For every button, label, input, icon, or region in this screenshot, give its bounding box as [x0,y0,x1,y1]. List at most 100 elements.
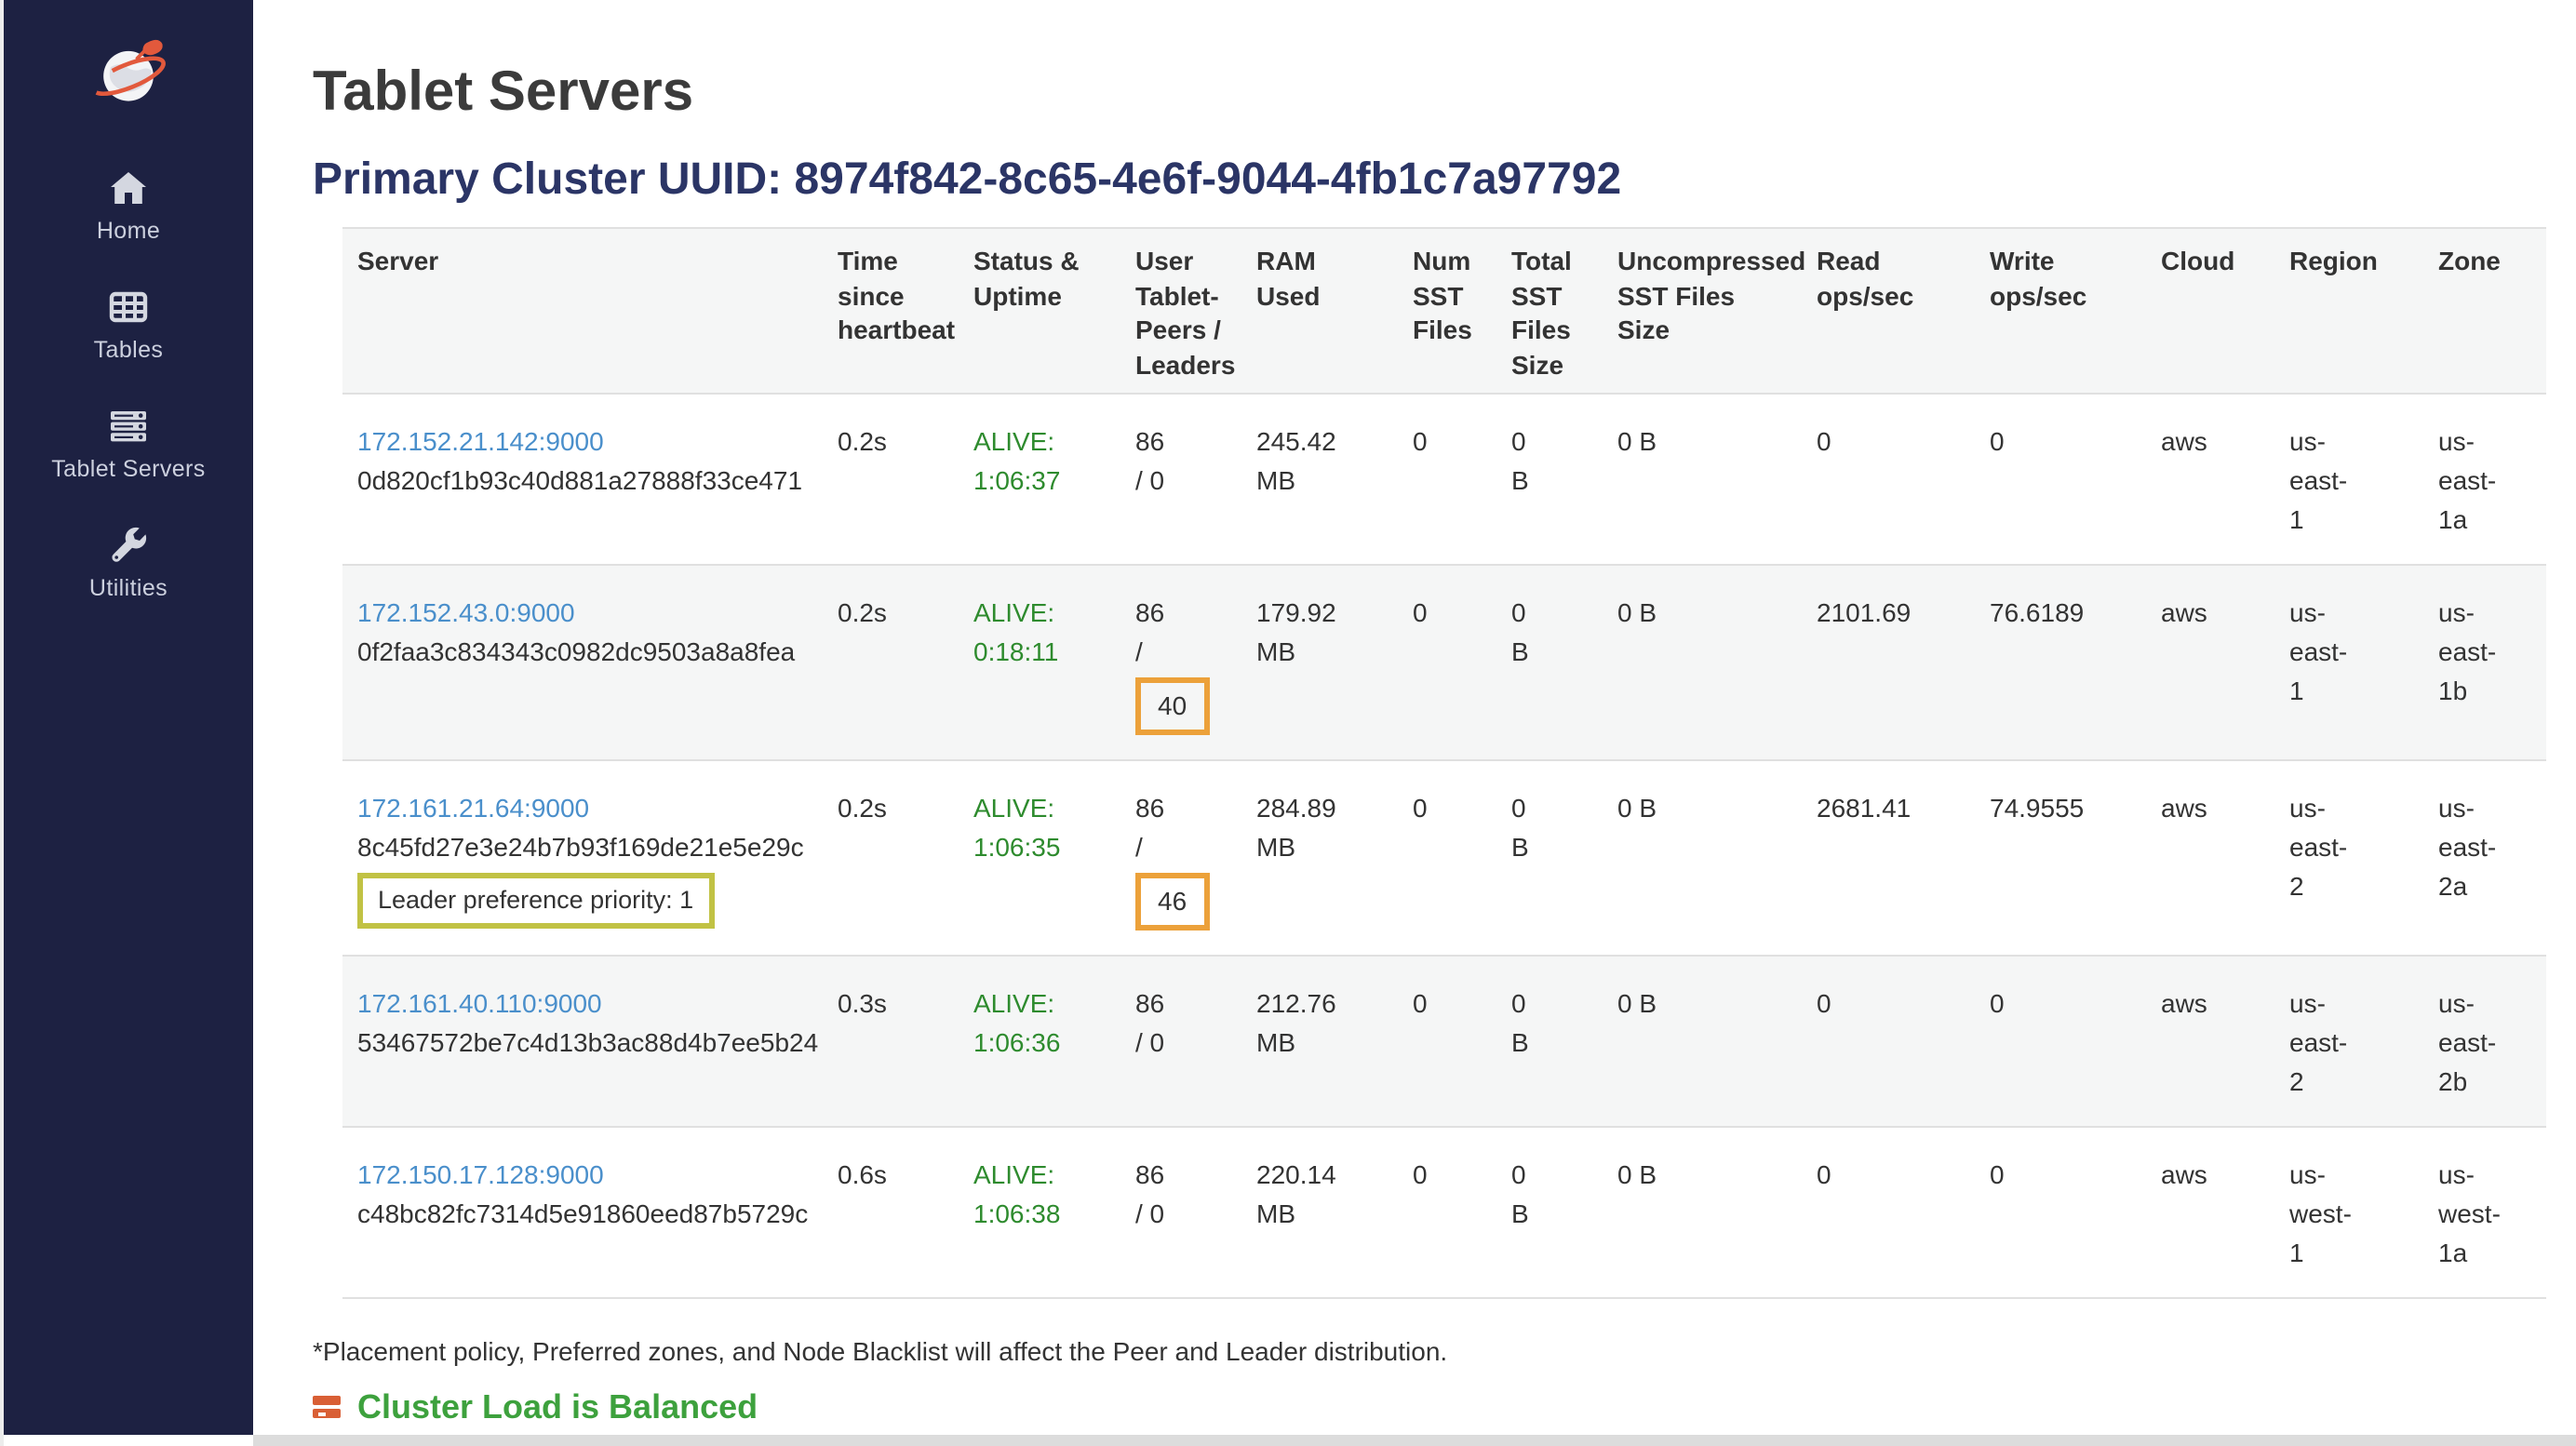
region-value: east- [2289,1024,2408,1063]
column-header-12: Region [2274,228,2423,394]
zone-value: 1a [2438,501,2531,540]
cell-region: us-east-2 [2274,760,2423,956]
peer-count: 86 [1135,789,1227,828]
cell-read-ops: 2101.69 [1802,565,1975,760]
server-link[interactable]: 172.152.43.0:9000 [357,597,575,627]
leader-preference-badge: Leader preference priority: 1 [357,873,714,930]
cell-uncompressed-sst-size: 0 B [1603,760,1802,956]
column-header-13: Zone [2423,228,2546,394]
ram-value: 212.76 [1256,984,1383,1024]
server-link[interactable]: 172.152.21.142:9000 [357,426,604,456]
cell-total-sst-size: 0B [1496,956,1603,1127]
status-alive: ALIVE: [973,984,1106,1024]
region-value: 2 [2289,867,2408,906]
cell-peers-leaders: 86/ 0 [1120,956,1241,1127]
column-header-3: Status & Uptime [959,228,1120,394]
column-header-4: User Tablet-Peers / Leaders [1120,228,1241,394]
cell-server: 172.161.40.110:900053467572be7c4d13b3ac8… [342,956,823,1127]
cell-ram-used: 179.92MB [1241,565,1398,760]
cell-server: 172.161.21.64:90008c45fd27e3e24b7b93f169… [342,760,823,956]
peer-count: 86 [1135,984,1227,1024]
cell-num-sst-files: 0 [1398,394,1496,565]
status-alive: ALIVE: [973,594,1106,633]
yugabyte-logo-icon[interactable] [84,28,173,114]
utilities-icon [106,523,151,568]
cell-cloud: aws [2146,760,2274,956]
leader-count-highlight: 40 [1135,677,1209,735]
cluster-load-banner-label: Cluster Load is Balanced [357,1388,758,1427]
main-content: Tablet Servers Primary Cluster UUID: 897… [253,0,2576,1446]
ram-value: MB [1256,462,1383,501]
sidebar-item-label: Tablet Servers [51,456,205,482]
column-header-10: Write ops/sec [1975,228,2146,394]
cell-total-sst-size: 0B [1496,394,1603,565]
region-value: east- [2289,828,2408,867]
column-header-7: Total SST Files Size [1496,228,1603,394]
column-header-5: RAM Used [1241,228,1398,394]
region-value: us- [2289,594,2408,633]
cell-heartbeat: 0.2s [823,760,959,956]
cell-write-ops: 0 [1975,394,2146,565]
ram-value: MB [1256,1024,1383,1063]
region-value: us- [2289,422,2408,462]
cell-write-ops: 0 [1975,1127,2146,1298]
column-header-6: Num SST Files [1398,228,1496,394]
sidebar-item-utilities[interactable]: Utilities [4,515,253,609]
zone-value: east- [2438,828,2531,867]
zone-value: us- [2438,984,2531,1024]
ram-value: MB [1256,828,1383,867]
cell-cloud: aws [2146,1127,2274,1298]
region-value: east- [2289,633,2408,672]
cell-zone: us-east-1a [2423,394,2546,565]
cell-uncompressed-sst-size: 0 B [1603,394,1802,565]
sidebar-item-tables[interactable]: Tables [4,277,253,370]
cell-peers-leaders: 86/46 [1120,760,1241,956]
uptime: 1:06:36 [973,1024,1106,1063]
cell-region: us-east-2 [2274,956,2423,1127]
cell-peers-leaders: 86/ 0 [1120,1127,1241,1298]
cell-uncompressed-sst-size: 0 B [1603,956,1802,1127]
cluster-load-banner: Cluster Load is Balanced [313,1388,2557,1427]
sidebar-item-home[interactable]: Home [4,158,253,251]
table-row: 172.150.17.128:9000c48bc82fc7314d5e91860… [342,1127,2546,1298]
uptime: 0:18:11 [973,633,1106,672]
cell-cloud: aws [2146,394,2274,565]
cell-ram-used: 284.89MB [1241,760,1398,956]
sidebar-item-label: Home [97,218,160,244]
sidebar-nav: Home Tables [4,158,253,609]
cell-region: us-east-1 [2274,565,2423,760]
balance-icon [313,1397,341,1419]
cell-write-ops: 0 [1975,956,2146,1127]
leader-count: / 0 [1135,1024,1227,1063]
zone-value: east- [2438,633,2531,672]
cell-num-sst-files: 0 [1398,1127,1496,1298]
region-value: west- [2289,1195,2408,1234]
sidebar-item-tablet-servers[interactable]: Tablet Servers [4,396,253,489]
primary-cluster-uuid-heading: Primary Cluster UUID: 8974f842-8c65-4e6f… [313,154,2557,205]
cell-write-ops: 74.9555 [1975,760,2146,956]
zone-value: us- [2438,789,2531,828]
bottom-scroll-strip [253,1435,2576,1446]
cell-zone: us-east-2a [2423,760,2546,956]
region-value: 2 [2289,1063,2408,1102]
region-value: 1 [2289,672,2408,711]
cell-read-ops: 0 [1802,1127,1975,1298]
cell-status-uptime: ALIVE:1:06:36 [959,956,1120,1127]
cell-status-uptime: ALIVE:1:06:38 [959,1127,1120,1298]
cell-cloud: aws [2146,956,2274,1127]
cell-zone: us-west-1a [2423,1127,2546,1298]
cell-server: 172.152.43.0:90000f2faa3c834343c0982dc95… [342,565,823,760]
ram-value: 220.14 [1256,1156,1383,1195]
cell-heartbeat: 0.3s [823,956,959,1127]
cell-cloud: aws [2146,565,2274,760]
table-header-row: ServerTime since heartbeatStatus & Uptim… [342,228,2546,394]
page-title: Tablet Servers [313,61,2557,126]
server-link[interactable]: 172.150.17.128:9000 [357,1159,604,1189]
cell-peers-leaders: 86/ 0 [1120,394,1241,565]
server-link[interactable]: 172.161.40.110:9000 [357,988,602,1018]
server-link[interactable]: 172.161.21.64:9000 [357,793,589,823]
sidebar-item-label: Tables [94,337,164,363]
placement-footnote: *Placement policy, Preferred zones, and … [313,1336,2557,1366]
cell-read-ops: 0 [1802,394,1975,565]
cell-read-ops: 0 [1802,956,1975,1127]
